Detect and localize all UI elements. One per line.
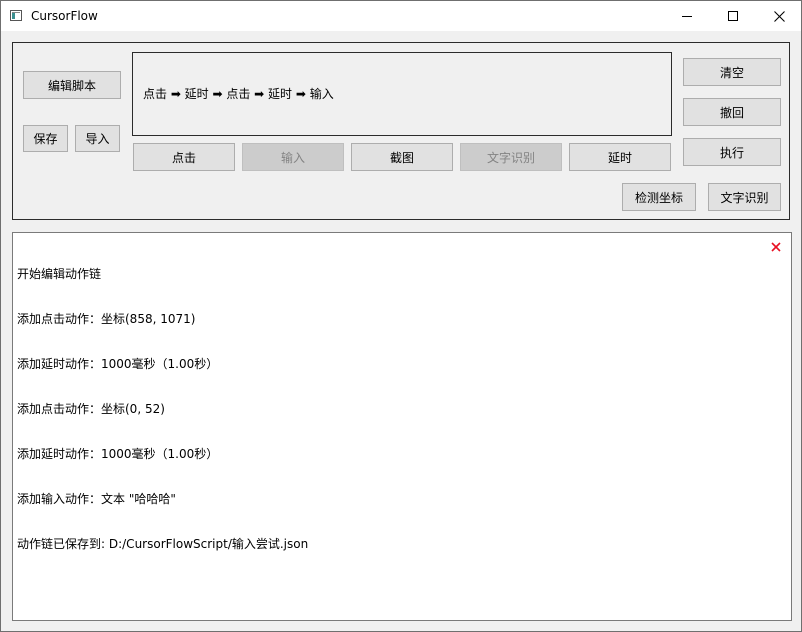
log-panel: 开始编辑动作链 添加点击动作：坐标(858, 1071) 添加延时动作：1000… [12, 232, 792, 621]
log-line: 添加点击动作：坐标(858, 1071) [17, 312, 196, 326]
add-input-button[interactable]: 输入 [242, 143, 344, 171]
screenshot-button[interactable]: 截图 [351, 143, 453, 171]
log-line: 添加延时动作：1000毫秒（1.00秒） [17, 447, 219, 461]
maximize-button[interactable] [710, 1, 756, 31]
log-line: 动作链已保存到: D:/CursorFlowScript/输入尝试.json [17, 537, 309, 551]
add-ocr-button[interactable]: 文字识别 [460, 143, 562, 171]
log-line: 添加点击动作：坐标(0, 52) [17, 402, 165, 416]
clear-button[interactable]: 清空 [683, 58, 781, 86]
import-button[interactable]: 导入 [75, 125, 120, 152]
log-line: 开始编辑动作链 [17, 267, 102, 281]
app-icon [10, 10, 22, 21]
add-delay-button[interactable]: 延时 [569, 143, 671, 171]
ocr-button[interactable]: 文字识别 [708, 183, 781, 211]
execute-button[interactable]: 执行 [683, 138, 781, 166]
title-bar[interactable]: CursorFlow [1, 1, 801, 31]
clear-log-icon[interactable] [771, 242, 781, 252]
close-window-button[interactable] [756, 1, 802, 31]
action-chain-display: 点击 ➡ 延时 ➡ 点击 ➡ 延时 ➡ 输入 [132, 52, 672, 136]
close-icon [773, 10, 785, 22]
log-line: 添加延时动作：1000毫秒（1.00秒） [17, 357, 219, 371]
action-chain-text: 点击 ➡ 延时 ➡ 点击 ➡ 延时 ➡ 输入 [143, 87, 334, 101]
window-title: CursorFlow [31, 9, 98, 23]
detect-coordinates-button[interactable]: 检测坐标 [622, 183, 696, 211]
edit-script-button[interactable]: 编辑脚本 [23, 71, 121, 99]
minimize-button[interactable] [664, 1, 710, 31]
add-click-button[interactable]: 点击 [133, 143, 235, 171]
app-window: CursorFlow 编辑脚本 保存 导入 点击 ➡ 延时 ➡ 点击 ➡ 延时 … [0, 0, 802, 632]
undo-button[interactable]: 撤回 [683, 98, 781, 126]
minimize-icon [682, 16, 692, 17]
maximize-icon [728, 11, 738, 21]
log-line: 添加输入动作：文本 "哈哈哈" [17, 492, 176, 506]
save-button[interactable]: 保存 [23, 125, 68, 152]
log-lines: 开始编辑动作链 添加点击动作：坐标(858, 1071) 添加延时动作：1000… [17, 237, 308, 582]
